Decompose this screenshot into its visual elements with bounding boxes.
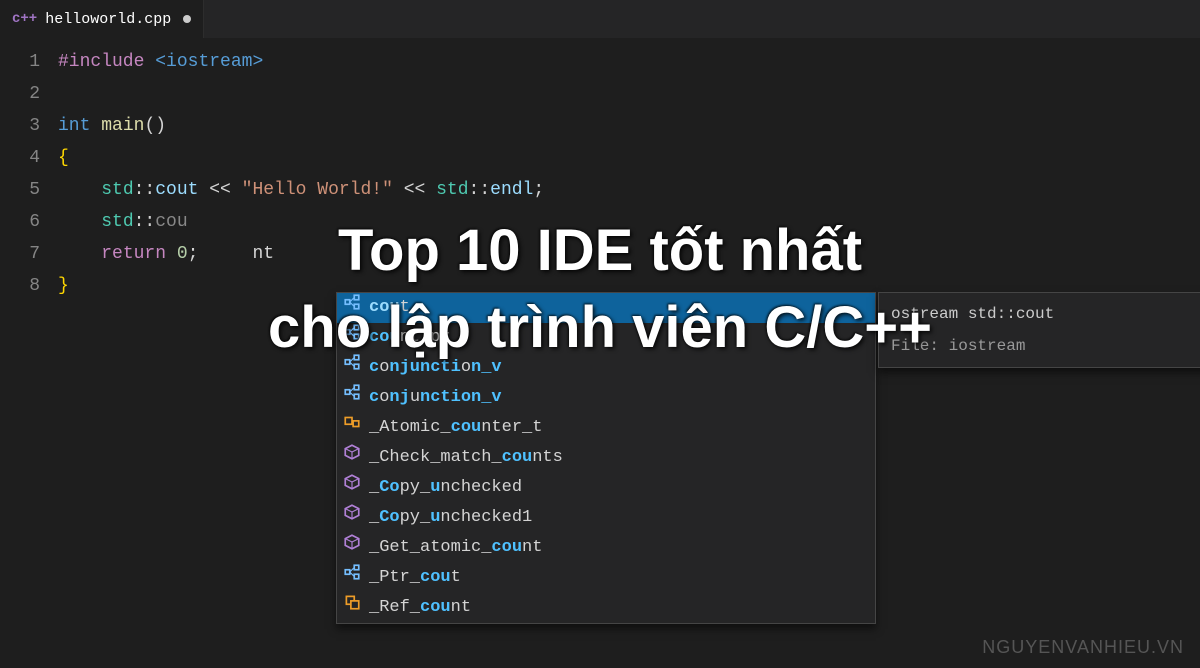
ref-icon	[343, 592, 361, 624]
struct-icon	[343, 532, 361, 564]
autocomplete-popup: coutcount_prconjunction_vconjunction_v_A…	[336, 292, 876, 624]
autocomplete-detail-popup: ostream std::cout File: iostream	[878, 292, 1200, 368]
autocomplete-item-label: _Copy_unchecked	[369, 472, 869, 504]
autocomplete-item[interactable]: conjunction_v	[337, 353, 875, 383]
tab-filename: helloworld.cpp	[45, 11, 171, 28]
autocomplete-item[interactable]: _Get_atomic_count	[337, 533, 875, 563]
line-number: 4	[0, 142, 40, 174]
autocomplete-item[interactable]: count_pr	[337, 323, 875, 353]
member-icon	[343, 292, 361, 324]
tab-helloworld[interactable]: c++ helloworld.cpp	[0, 0, 204, 38]
autocomplete-item[interactable]: _Copy_unchecked	[337, 473, 875, 503]
member-icon	[343, 562, 361, 594]
autocomplete-item-label: cout	[369, 292, 869, 324]
autocomplete-item-label: _Copy_unchecked1	[369, 502, 869, 534]
cpp-file-icon: c++	[12, 11, 37, 27]
autocomplete-item-label: _Ptr_cout	[369, 562, 869, 594]
code-line: std::cout << "Hello World!" << std::endl…	[58, 174, 1200, 206]
autocomplete-item[interactable]: conjunction_v	[337, 383, 875, 413]
watermark-text: NGUYENVANHIEU.VN	[982, 637, 1184, 658]
code-line	[58, 78, 1200, 110]
line-number: 8	[0, 270, 40, 302]
autocomplete-detail-signature: ostream std::cout	[891, 301, 1200, 327]
autocomplete-item[interactable]: _Ptr_cout	[337, 563, 875, 593]
line-number: 5	[0, 174, 40, 206]
autocomplete-item-label: conjunction_v	[369, 352, 869, 384]
member-icon	[343, 382, 361, 414]
autocomplete-item-label: conjunction_v	[369, 382, 869, 414]
autocomplete-item[interactable]: cout	[337, 293, 875, 323]
code-line: int main()	[58, 110, 1200, 142]
autocomplete-item-label: _Check_match_counts	[369, 442, 869, 474]
line-number: 2	[0, 78, 40, 110]
autocomplete-item[interactable]: _Check_match_counts	[337, 443, 875, 473]
struct-icon	[343, 502, 361, 534]
dirty-indicator-icon	[183, 15, 191, 23]
code-line: {	[58, 142, 1200, 174]
line-number: 6	[0, 206, 40, 238]
member-icon	[343, 322, 361, 354]
line-number: 7	[0, 238, 40, 270]
autocomplete-item-label: count_pr	[369, 322, 869, 354]
autocomplete-item-label: _Atomic_counter_t	[369, 412, 869, 444]
line-number-gutter: 1 2 3 4 5 6 7 8	[0, 38, 58, 668]
code-text-area[interactable]: #include <iostream> int main() { std::co…	[58, 38, 1200, 668]
line-number: 1	[0, 46, 40, 78]
editor-area: 1 2 3 4 5 6 7 8 #include <iostream> int …	[0, 38, 1200, 668]
autocomplete-item[interactable]: _Ref_count	[337, 593, 875, 623]
struct-icon	[343, 472, 361, 504]
autocomplete-item-label: _Get_atomic_count	[369, 532, 869, 564]
autocomplete-detail-file: File: iostream	[891, 333, 1200, 359]
class-icon	[343, 412, 361, 444]
code-line: return 0; nt	[58, 238, 1200, 270]
member-icon	[343, 352, 361, 384]
line-number: 3	[0, 110, 40, 142]
code-line: #include <iostream>	[58, 46, 1200, 78]
autocomplete-item[interactable]: _Atomic_counter_t	[337, 413, 875, 443]
struct-icon	[343, 442, 361, 474]
code-line: std::cou	[58, 206, 1200, 238]
tab-bar: c++ helloworld.cpp	[0, 0, 1200, 38]
autocomplete-item[interactable]: _Copy_unchecked1	[337, 503, 875, 533]
autocomplete-item-label: _Ref_count	[369, 592, 869, 624]
